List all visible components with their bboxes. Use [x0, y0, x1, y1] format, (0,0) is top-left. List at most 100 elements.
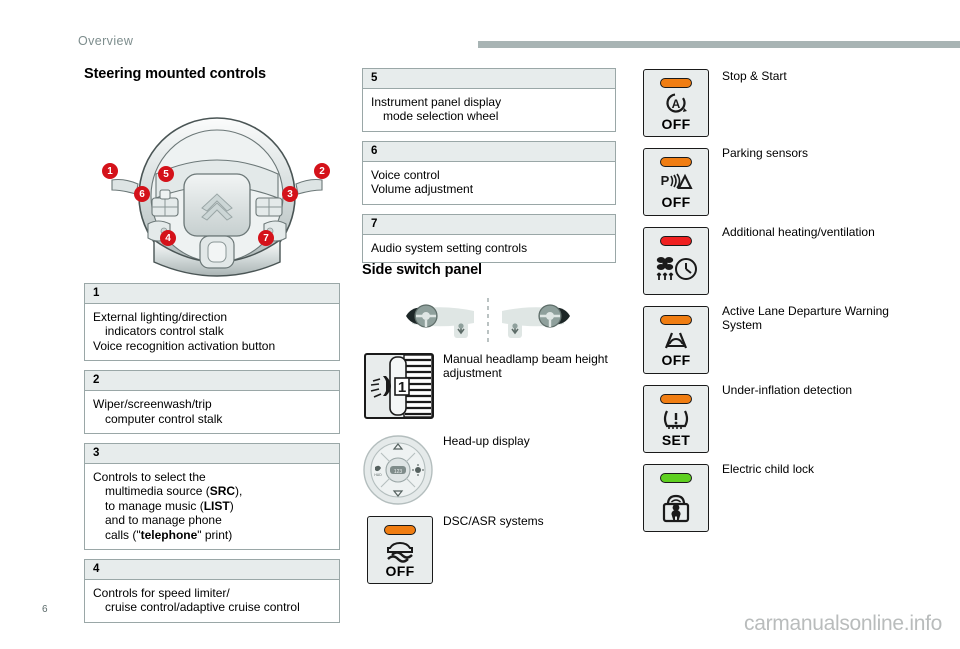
table-row: 3 Controls to select the multimedia sour…: [84, 443, 340, 551]
svg-text:P: P: [661, 173, 670, 188]
table-body: Controls to select the multimedia source…: [85, 464, 339, 549]
led-indicator: [660, 157, 692, 167]
watermark: carmanualsonline.info: [744, 612, 942, 635]
button-glyph: [644, 484, 708, 529]
lane-departure-item: OFF: [643, 306, 709, 374]
table-line: computer control stalk: [105, 411, 223, 426]
electric-child-lock-button-icon[interactable]: [643, 464, 709, 532]
headlamp-beam-height-adjuster-icon[interactable]: 1: [364, 353, 434, 419]
steering-wheel-diagram: 1 2 3 4 5 6 7: [96, 112, 338, 280]
table-body: Controls for speed limiter/ cruise contr…: [85, 580, 339, 622]
table-row: 5 Instrument panel display mode selectio…: [362, 68, 616, 132]
additional-heating-ventilation-button-icon[interactable]: [643, 227, 709, 295]
wheel-callout-4: 4: [160, 230, 176, 246]
table-line: Wiper/screenwash/trip: [93, 397, 212, 412]
led-indicator: [384, 525, 416, 535]
led-indicator: [660, 315, 692, 325]
side-switch-panel-title: Side switch panel: [362, 262, 482, 278]
table-number: 7: [363, 214, 615, 235]
svg-text:HUD: HUD: [374, 473, 382, 477]
under-inflation-item: SET: [643, 385, 709, 453]
led-indicator: [660, 473, 692, 483]
lane-departure-warning-off-button-icon[interactable]: OFF: [643, 306, 709, 374]
mid-tables: 5 Instrument panel display mode selectio…: [362, 68, 616, 272]
left-tables: 1 External lighting/direction indicators…: [84, 283, 340, 632]
table-line: Controls for speed limiter/: [93, 586, 230, 601]
callout-label: 7: [263, 232, 269, 244]
headlamp-adjuster-label: Manual headlamp beam height adjustment: [443, 352, 613, 381]
page-title: Steering mounted controls: [84, 66, 266, 82]
child-lock-label: Electric child lock: [722, 462, 815, 476]
button-text: OFF: [661, 194, 691, 210]
headlamp-adjuster-item: 1: [364, 353, 434, 419]
table-line: Voice recognition activation button: [93, 338, 276, 353]
table-row: 2 Wiper/screenwash/trip computer control…: [84, 370, 340, 435]
dsc-asr-label: DSC/ASR systems: [443, 514, 544, 528]
dsc-asr-item: OFF: [367, 516, 433, 584]
callout-label: 2: [319, 165, 325, 177]
table-body: Wiper/screenwash/trip computer control s…: [85, 391, 339, 433]
wheel-callout-6: 6: [134, 186, 150, 202]
parking-sensors-label: Parking sensors: [722, 146, 809, 160]
manual-page: Overview Steering mounted controls 1 2 3…: [0, 0, 960, 649]
under-inflation-detection-set-button-icon[interactable]: SET: [643, 385, 709, 453]
button-glyph: P OFF: [644, 168, 708, 213]
label-line-2: System: [722, 318, 763, 333]
dashboard-lhd-rhd-diagram: [398, 296, 578, 346]
under-inflation-label: Under-inflation detection: [722, 383, 853, 397]
button-glyph: [644, 247, 708, 292]
table-line: and to manage phone: [105, 513, 222, 528]
led-indicator: [660, 78, 692, 88]
table-number: 2: [85, 371, 339, 392]
table-line: mode selection wheel: [383, 109, 499, 124]
wheel-callout-7: 7: [258, 230, 274, 246]
head-up-display-item: HUD 123: [362, 434, 434, 506]
table-row: 4 Controls for speed limiter/ cruise con…: [84, 559, 340, 623]
table-row: 1 External lighting/direction indicators…: [84, 283, 340, 362]
table-body: Instrument panel display mode selection …: [363, 89, 615, 131]
table-line-list: to manage music (LIST): [105, 498, 234, 513]
table-line: cruise control/adaptive cruise control: [105, 600, 300, 615]
parking-sensors-item: P OFF: [643, 148, 709, 216]
lane-departure-label: Active Lane Departure Warning System: [722, 304, 912, 333]
button-glyph: SET: [644, 405, 708, 450]
callout-label: 4: [165, 232, 171, 244]
additional-heating-label: Additional heating/ventilation: [722, 225, 875, 239]
table-line: Audio system setting controls: [371, 240, 528, 255]
stop-start-off-button-icon[interactable]: A OFF: [643, 69, 709, 137]
table-line: Volume adjustment: [371, 182, 474, 197]
button-text: OFF: [385, 563, 415, 579]
table-line-telephone: calls ("telephone" print): [105, 527, 233, 542]
table-line: indicators control stalk: [105, 324, 224, 339]
table-number: 1: [85, 284, 339, 304]
led-indicator: [660, 394, 692, 404]
header-rule: [478, 41, 960, 48]
table-row: 6 Voice control Volume adjustment: [362, 140, 616, 205]
callout-label: 5: [163, 168, 169, 180]
table-number: 4: [85, 560, 339, 581]
table-body: Audio system setting controls: [363, 235, 615, 262]
button-text: SET: [661, 432, 691, 448]
table-line-src: multimedia source (SRC),: [105, 484, 243, 499]
callout-label: 6: [139, 188, 145, 200]
svg-text:1: 1: [398, 379, 406, 396]
table-line: Controls to select the: [93, 470, 206, 485]
wheel-callout-3: 3: [282, 186, 298, 202]
table-line: External lighting/direction: [93, 310, 228, 324]
head-up-display-pad-icon[interactable]: HUD 123: [362, 434, 434, 506]
wheel-callout-5: 5: [158, 166, 174, 182]
page-number: 6: [42, 604, 48, 615]
stop-start-label: Stop & Start: [722, 69, 787, 83]
svg-text:A: A: [672, 97, 681, 111]
svg-text:123: 123: [394, 469, 403, 475]
led-indicator: [660, 236, 692, 246]
label-line-1: Active Lane Departure Warning: [722, 304, 889, 318]
table-body: Voice control Volume adjustment: [363, 162, 615, 204]
wheel-callout-1: 1: [102, 163, 118, 179]
label-line-1: Manual headlamp beam height: [443, 352, 608, 366]
section-label: Overview: [78, 34, 134, 48]
dsc-asr-off-button-icon[interactable]: OFF: [367, 516, 433, 584]
child-lock-item: [643, 464, 709, 532]
button-text: OFF: [661, 352, 691, 368]
parking-sensors-off-button-icon[interactable]: P OFF: [643, 148, 709, 216]
